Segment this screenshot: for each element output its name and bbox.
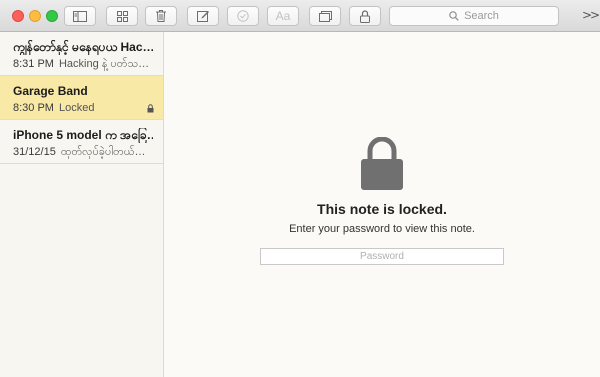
- delete-note-button[interactable]: [145, 6, 177, 26]
- note-subtitle: 8:31 PM Hacking နဲ့ ပတ်သ…: [13, 57, 158, 71]
- zoom-window-button[interactable]: [46, 10, 58, 22]
- toolbar-overflow-chevron-icon[interactable]: >>: [582, 8, 600, 22]
- compose-icon: [197, 10, 209, 22]
- note-title: ကျွန်တော်နှင့် မနေရပယ Hac…: [13, 40, 153, 54]
- small-lock-icon: [147, 100, 154, 118]
- search-icon: [449, 11, 459, 21]
- note-title: iPhone 5 model က အခြေ…: [13, 128, 153, 142]
- notes-list: ကျွန်တော်နှင့် မနေရပယ Hac… 8:31 PM Hackin…: [0, 32, 164, 377]
- note-time: 8:31 PM: [13, 58, 54, 70]
- note-subtitle: 31/12/15 ထုတ်လုပ်ခဲ့ပါတယ်…: [13, 145, 158, 159]
- note-preview: ထုတ်လုပ်ခဲ့ပါတယ်…: [60, 146, 146, 158]
- lock-note-button[interactable]: [349, 6, 381, 26]
- note-content-area: This note is locked. Enter your password…: [164, 32, 600, 377]
- toolbar: Aa Search >>: [0, 0, 600, 32]
- trash-icon: [156, 10, 166, 22]
- table-button[interactable]: [309, 6, 341, 26]
- note-list-item-selected[interactable]: Garage Band 8:30 PM Locked: [0, 76, 163, 120]
- attachments-browser-button[interactable]: [106, 6, 138, 26]
- locked-note-message: Enter your password to view this note.: [289, 223, 475, 235]
- notes-window: Aa Search >> ကျွန်တော်နှင့် မနေရပယ Hac… …: [0, 0, 600, 377]
- note-title: Garage Band: [13, 84, 88, 98]
- checklist-icon: [237, 10, 249, 22]
- note-preview: Hacking နဲ့ ပတ်သ…: [58, 58, 150, 70]
- sidebar-toggle-icon: [73, 10, 87, 22]
- close-window-button[interactable]: [12, 10, 24, 22]
- note-time: 8:30 PM: [13, 102, 54, 114]
- note-list-item[interactable]: ကျွန်တော်နှင့် မနေရပယ Hac… 8:31 PM Hackin…: [0, 32, 163, 76]
- table-icon: [318, 10, 332, 22]
- attachments-grid-icon: [116, 10, 128, 22]
- search-field[interactable]: Search: [389, 6, 559, 26]
- font-style-icon: Aa: [275, 9, 291, 23]
- note-list-item[interactable]: iPhone 5 model က အခြေ… 31/12/15 ထုတ်လုပ်ခ…: [0, 120, 163, 164]
- minimize-window-button[interactable]: [29, 10, 41, 22]
- new-note-button[interactable]: [187, 6, 219, 26]
- locked-note-title: This note is locked.: [317, 201, 447, 217]
- checklist-button[interactable]: [227, 6, 259, 26]
- large-lock-icon: [361, 136, 403, 194]
- format-button[interactable]: Aa: [267, 6, 299, 26]
- note-time: 31/12/15: [13, 146, 56, 158]
- lock-icon: [360, 9, 370, 23]
- toggle-sidebar-button[interactable]: [64, 6, 96, 26]
- note-subtitle: 8:30 PM Locked: [13, 101, 158, 115]
- note-preview: Locked: [58, 102, 95, 114]
- password-field[interactable]: [260, 248, 504, 265]
- search-placeholder: Search: [464, 10, 499, 22]
